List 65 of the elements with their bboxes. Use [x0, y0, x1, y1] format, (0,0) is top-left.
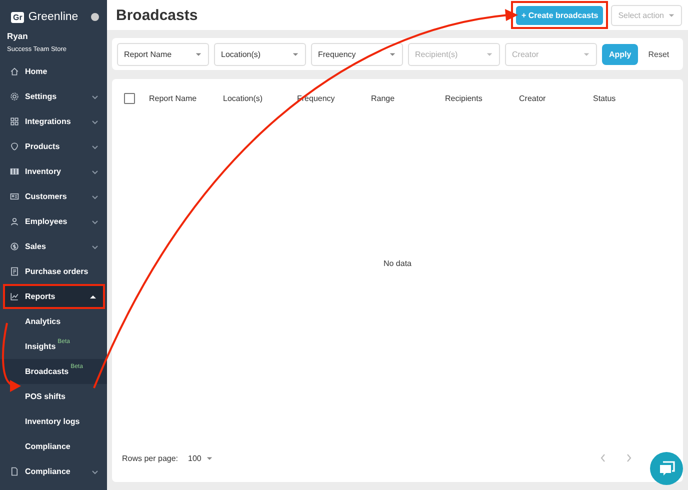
sidebar-item[interactable]: Sales	[0, 234, 107, 259]
sidebar-subitem[interactable]: Compliance	[0, 434, 107, 459]
page-title: Broadcasts	[116, 6, 199, 24]
subitem-label: Compliance	[25, 442, 70, 451]
user-name: Ryan	[6, 30, 29, 41]
subitem-label: Broadcasts	[25, 367, 69, 376]
caret-icon	[486, 50, 493, 58]
barcode-icon	[10, 167, 19, 176]
tag-icon	[10, 142, 19, 151]
subitem-label: Analytics	[25, 317, 61, 326]
reset-button[interactable]: Reset	[645, 46, 672, 62]
dollar-icon	[10, 242, 19, 251]
receipt-icon	[10, 267, 19, 276]
sidebar-item[interactable]: Purchase orders	[0, 259, 107, 284]
empty-message: No data	[383, 259, 412, 268]
sidebar-item[interactable]: Products	[0, 134, 107, 159]
subitem-label: POS shifts	[25, 392, 66, 401]
sidebar-item[interactable]: Inventory	[0, 159, 107, 184]
sidebar-item[interactable]: Compliance	[0, 459, 107, 484]
grid-icon	[10, 117, 19, 126]
rows-per-page-dropdown[interactable]: 100	[188, 454, 214, 462]
subitem-label: Inventory logs	[25, 417, 80, 426]
column-header: Range	[371, 94, 396, 102]
sidebar-subitem[interactable]: Inventory logs	[0, 409, 107, 434]
annotation-arrow	[2, 322, 21, 392]
status-dot-icon	[91, 13, 99, 21]
caret-icon	[195, 50, 202, 58]
beta-label: Beta	[58, 339, 70, 345]
document-icon	[10, 467, 19, 476]
sidebar-item[interactable]: Customers	[0, 184, 107, 209]
column-header: Status	[593, 94, 617, 102]
caret-icon	[583, 50, 590, 58]
sidebar-item[interactable]: Employees	[0, 209, 107, 234]
sidebar-item[interactable]: Settings	[0, 84, 107, 109]
caret-icon	[206, 454, 214, 462]
caret-icon	[668, 12, 675, 18]
logo-mark: Gr	[11, 12, 24, 22]
previous-page-icon[interactable]	[599, 453, 607, 463]
caret-icon	[389, 50, 396, 58]
sidebar-item[interactable]: Reports	[5, 286, 103, 307]
next-page-icon[interactable]	[625, 453, 633, 463]
caret-icon	[292, 50, 299, 58]
column-header: Location(s)	[223, 94, 264, 102]
sidebar-subitem[interactable]: Insights $^{Beta}$	[0, 334, 107, 359]
subitem-label: Insights	[25, 342, 56, 351]
home-icon	[10, 67, 19, 76]
beta-label: Beta	[70, 364, 83, 370]
sidebar-item[interactable]: Integrations	[0, 109, 107, 134]
sidebar-subitem[interactable]: Broadcasts $^{Beta}$	[0, 359, 107, 384]
gear-icon	[10, 92, 19, 101]
logo-text: Greenline	[28, 11, 78, 23]
filter-dropdown[interactable]: Report Name	[117, 42, 209, 66]
column-header: Creator	[519, 94, 547, 102]
column-header: Recipients	[445, 94, 484, 102]
sidebar-item[interactable]: Home	[0, 59, 107, 84]
rows-per-page-label: Rows per page:	[122, 454, 178, 462]
person-icon	[10, 217, 19, 226]
chart-icon	[10, 292, 19, 301]
filter-dropdown[interactable]: Location(s)	[214, 42, 306, 66]
sidebar-subitem[interactable]: POS shifts	[0, 384, 107, 409]
sidebar-subitem[interactable]: Analytics	[0, 309, 107, 334]
id-card-icon	[10, 192, 19, 201]
filter-dropdown[interactable]: Frequency	[311, 42, 403, 66]
column-header: Report Name	[149, 94, 198, 102]
select-all-checkbox[interactable]	[124, 92, 135, 104]
